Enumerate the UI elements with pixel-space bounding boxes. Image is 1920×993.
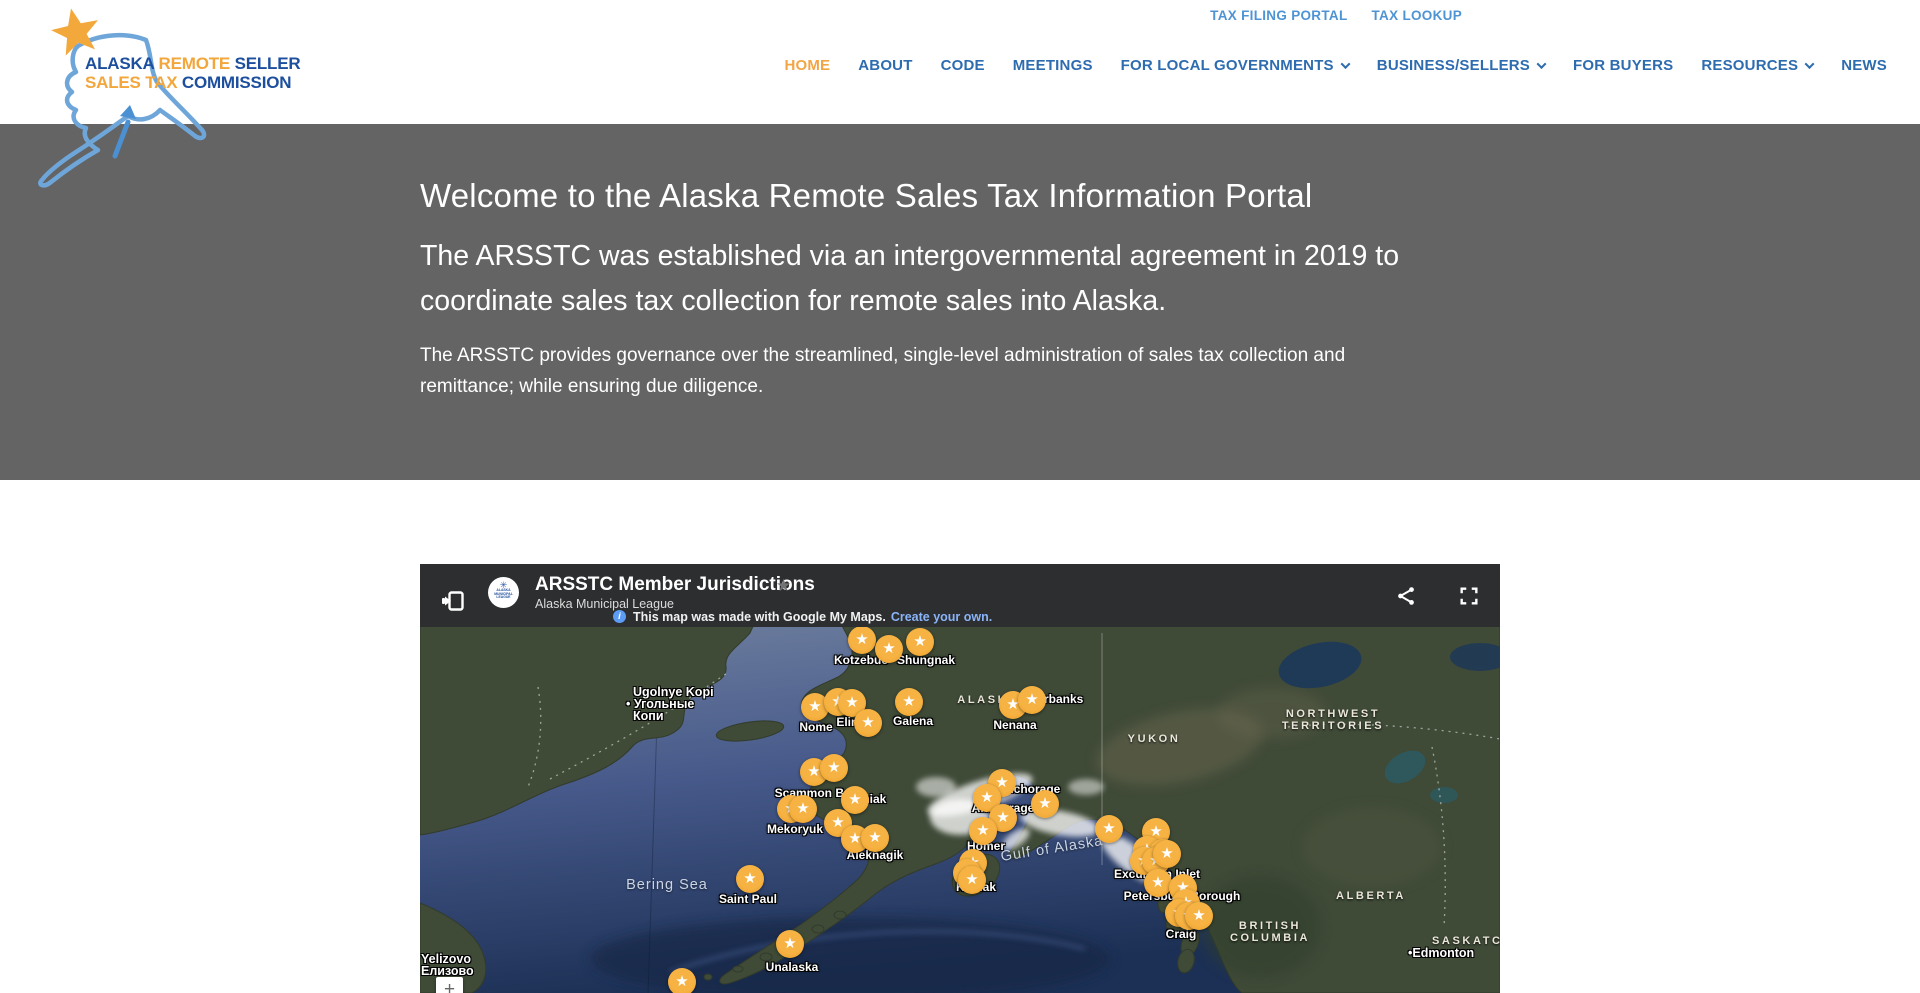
- marker-label-shungnak: Shungnak: [897, 653, 955, 667]
- main-nav: HOME ABOUT CODE MEETINGS FOR LOCAL GOVERNMEN…: [784, 57, 1887, 74]
- hero-subtitle: The ARSSTC was established via an interg…: [420, 234, 1500, 324]
- map-marker[interactable]: ★: [861, 824, 889, 852]
- google-my-maps-embed: ✳ ALASKA MUNICIPAL LEAGUE ARSSTC Member …: [420, 564, 1500, 993]
- map-marker[interactable]: ★: [875, 635, 903, 663]
- marker-label-nome: Nome: [799, 720, 832, 734]
- favorite-star-icon[interactable]: ★: [776, 576, 791, 596]
- map-marker[interactable]: ★: [895, 688, 923, 716]
- marker-label-nenana: Nenana: [993, 718, 1036, 732]
- map-marker[interactable]: ★: [906, 628, 934, 656]
- map-marker[interactable]: ★: [776, 930, 804, 958]
- marker-label-unalaska: Unalaska: [766, 960, 819, 974]
- map-marker[interactable]: ★: [1031, 790, 1059, 818]
- map-marker[interactable]: ★: [1144, 869, 1172, 897]
- map-terrain: [420, 627, 1500, 993]
- hero-title: Welcome to the Alaska Remote Sales Tax I…: [420, 176, 1880, 216]
- marker-label-galena: Galena: [893, 714, 933, 728]
- geo-label-yukon: YUKON: [1128, 733, 1181, 745]
- hero-section: Welcome to the Alaska Remote Sales Tax I…: [0, 124, 1920, 480]
- geo-label-alberta: ALBERTA: [1336, 890, 1406, 902]
- map-marker[interactable]: ★: [736, 865, 764, 893]
- nav-item-for-buyers[interactable]: FOR BUYERS: [1573, 57, 1673, 74]
- utility-link-tax-lookup[interactable]: TAX LOOKUP: [1372, 8, 1463, 23]
- logo-wordmark: ALASKA REMOTE SELLER SALES TAX COMMISSIO…: [85, 54, 300, 92]
- geo-label-: Елизово: [421, 964, 474, 978]
- info-icon: i: [613, 610, 626, 623]
- avatar[interactable]: ✳ ALASKA MUNICIPAL LEAGUE: [488, 577, 519, 608]
- nav-item-code[interactable]: CODE: [941, 57, 985, 74]
- site-header: ALASKA REMOTE SELLER SALES TAX COMMISSIO…: [0, 0, 1920, 124]
- attribution-text: This map was made with Google My Maps.: [633, 610, 886, 624]
- marker-label-mekoryuk: Mekoryuk: [767, 822, 823, 836]
- utility-link-tax-filing-portal[interactable]: TAX FILING PORTAL: [1210, 8, 1347, 23]
- toggle-sidebar-icon[interactable]: [441, 589, 465, 613]
- map-marker[interactable]: ★: [1185, 902, 1213, 930]
- map-title: ARSSTC Member Jurisdictions: [535, 574, 815, 596]
- chevron-down-icon: [1805, 59, 1815, 69]
- nav-item-meetings[interactable]: MEETINGS: [1013, 57, 1093, 74]
- map-marker[interactable]: ★: [789, 795, 817, 823]
- create-your-own-link[interactable]: Create your own.: [891, 610, 992, 624]
- map-marker[interactable]: ★: [854, 709, 882, 737]
- alaska-outline-icon: [18, 4, 288, 194]
- utility-nav: TAX FILING PORTAL TAX LOOKUP: [1210, 8, 1462, 23]
- geo-label-british: BRITISH: [1239, 920, 1301, 932]
- nav-item-for-local-governments[interactable]: FOR LOCAL GOVERNMENTS: [1121, 57, 1349, 74]
- marker-label-saint-paul: Saint Paul: [719, 892, 777, 906]
- map-marker[interactable]: ★: [820, 754, 848, 782]
- zoom-in-button[interactable]: +: [436, 977, 463, 993]
- map-attribution: i This map was made with Google My Maps.…: [613, 609, 992, 624]
- geo-label-northwest: NORTHWEST: [1286, 708, 1380, 720]
- chevron-down-icon: [1340, 59, 1350, 69]
- logo-line2: SALES TAX COMMISSION: [85, 73, 300, 92]
- geo-label-: Копи: [633, 709, 664, 723]
- nav-item-about[interactable]: ABOUT: [858, 57, 912, 74]
- nav-item-news[interactable]: NEWS: [1841, 57, 1887, 74]
- logo-line1: ALASKA REMOTE SELLER: [85, 54, 300, 73]
- map-marker[interactable]: ★: [668, 968, 696, 993]
- nav-item-business-sellers[interactable]: BUSINESS/SELLERS: [1377, 57, 1545, 74]
- nav-item-home[interactable]: HOME: [784, 57, 830, 74]
- hero-body-text: The ARSSTC provides governance over the …: [420, 340, 1380, 402]
- geo-label-edmonton: •Edmonton: [1408, 946, 1474, 960]
- map-marker[interactable]: ★: [958, 866, 986, 894]
- geo-label-bering-sea: Bering Sea: [626, 877, 708, 893]
- fullscreen-icon[interactable]: [1458, 585, 1480, 607]
- map-marker[interactable]: ★: [1018, 686, 1046, 714]
- map-marker[interactable]: ★: [841, 786, 869, 814]
- geo-label-columbia: COLUMBIA: [1230, 932, 1310, 944]
- map-marker[interactable]: ★: [969, 817, 997, 845]
- site-logo[interactable]: ALASKA REMOTE SELLER SALES TAX COMMISSIO…: [18, 4, 288, 194]
- share-icon[interactable]: [1395, 585, 1417, 607]
- geo-label-territories: TERRITORIES: [1282, 720, 1384, 732]
- map-marker[interactable]: ★: [1153, 840, 1181, 868]
- map-marker[interactable]: ★: [1095, 815, 1123, 843]
- nav-item-resources[interactable]: RESOURCES: [1701, 57, 1813, 74]
- map-canvas[interactable]: + ALASKAYUKONNORTHWESTTERRITORIESBRITISH…: [420, 627, 1500, 993]
- map-marker[interactable]: ★: [848, 627, 876, 654]
- map-header: ✳ ALASKA MUNICIPAL LEAGUE ARSSTC Member …: [420, 564, 1500, 627]
- chevron-down-icon: [1537, 59, 1547, 69]
